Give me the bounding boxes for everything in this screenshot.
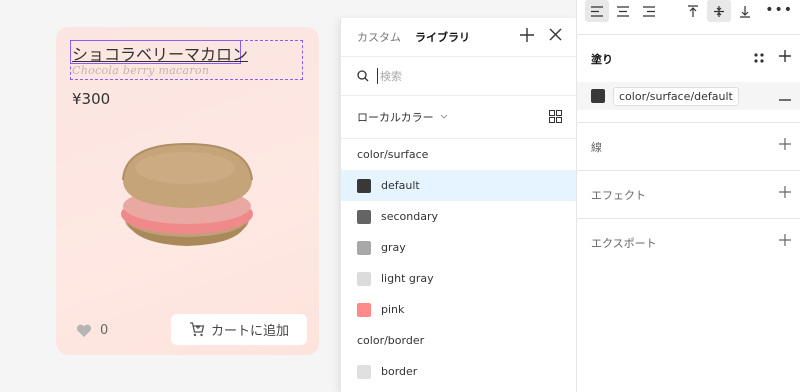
stroke-header: 線: [577, 123, 800, 170]
align-middle-button[interactable]: [707, 0, 731, 22]
color-swatch: [357, 178, 371, 193]
fill-label: 塗り: [591, 52, 613, 66]
color-group-label: color/border: [357, 334, 425, 347]
plus-icon: [779, 50, 791, 62]
export-label: エクスポート: [591, 236, 657, 250]
tab-library[interactable]: ライブラリ: [415, 29, 470, 45]
align-right-icon: [643, 5, 655, 17]
color-swatch: [357, 302, 371, 317]
add-fill-button[interactable]: [779, 49, 791, 66]
plus-icon: [779, 138, 791, 150]
add-to-cart-button[interactable]: カートに追加: [171, 314, 307, 345]
add-export-button[interactable]: [779, 233, 791, 250]
plus-icon: [779, 186, 791, 198]
stroke-section: 線: [577, 122, 800, 170]
product-price: ¥300: [72, 90, 111, 108]
color-swatch: [357, 364, 371, 379]
align-left-button[interactable]: [585, 0, 609, 22]
close-icon: [549, 28, 562, 41]
fill-header: 塗り: [577, 35, 800, 82]
more-options-icon[interactable]: •••: [765, 2, 793, 18]
plus-icon: [520, 28, 534, 42]
color-style-item[interactable]: default: [341, 170, 576, 201]
tab-custom[interactable]: カスタム: [357, 29, 401, 45]
add-stroke-button[interactable]: [779, 137, 791, 154]
remove-fill-button[interactable]: [779, 87, 791, 105]
color-style-name: default: [381, 179, 420, 192]
align-top-icon: [688, 4, 698, 17]
align-center-icon: [617, 5, 629, 17]
popover-header: カスタム ライブラリ: [341, 18, 576, 57]
align-bottom-button[interactable]: [733, 0, 757, 22]
color-style-item[interactable]: border: [341, 356, 576, 387]
color-library-popover: カスタム ライブラリ 検索 ローカルカラー color/surface defau…: [340, 18, 576, 392]
fill-style-name[interactable]: color/surface/default: [613, 86, 739, 106]
properties-panel: ••• 塗り color/surface/default 線 エフェクト エクス…: [576, 0, 800, 392]
style-grid-icon[interactable]: [753, 52, 765, 64]
macaron-image: [121, 142, 253, 246]
align-center-button[interactable]: [611, 0, 635, 22]
color-swatch: [357, 240, 371, 255]
fill-section: 塗り color/surface/default: [577, 34, 800, 110]
fill-style-row[interactable]: color/surface/default: [577, 82, 800, 110]
color-style-item[interactable]: pink: [341, 294, 576, 325]
design-canvas[interactable]: ショコラベリーマカロン Chocola berry macaron ¥300 0…: [0, 0, 340, 392]
color-style-item[interactable]: gray: [341, 232, 576, 263]
search-input[interactable]: 検索: [377, 68, 402, 84]
heart-icon[interactable]: [76, 324, 92, 338]
like-count: 0: [100, 323, 109, 338]
align-top-button[interactable]: [681, 0, 705, 22]
search-icon: [357, 70, 369, 82]
color-style-name: light gray: [381, 272, 434, 285]
product-subtitle: Chocola berry macaron: [72, 64, 210, 77]
color-style-name: border: [381, 365, 418, 378]
close-button[interactable]: [549, 27, 562, 45]
color-style-list: color/surface default secondary gray light g…: [341, 139, 576, 387]
align-right-button[interactable]: [637, 0, 661, 22]
effect-header: エフェクト: [577, 171, 800, 218]
export-header: エクスポート: [577, 219, 800, 266]
chevron-down-icon: [440, 114, 448, 119]
local-colors-dropdown[interactable]: ローカルカラー: [341, 96, 576, 139]
export-section: エクスポート: [577, 218, 800, 266]
align-middle-icon: [714, 5, 724, 17]
grid-view-icon[interactable]: [549, 110, 562, 123]
alignment-toolbar: •••: [577, 0, 800, 22]
color-style-name: secondary: [381, 210, 439, 223]
search-bar[interactable]: 検索: [341, 57, 576, 96]
effect-label: エフェクト: [591, 188, 646, 202]
color-style-item[interactable]: secondary: [341, 201, 576, 232]
align-left-icon: [591, 5, 603, 17]
cart-icon: [189, 322, 205, 337]
add-to-cart-label: カートに追加: [210, 324, 289, 339]
plus-icon: [779, 234, 791, 246]
add-style-button[interactable]: [520, 28, 534, 46]
add-effect-button[interactable]: [779, 185, 791, 202]
local-colors-label: ローカルカラー: [357, 111, 434, 124]
fill-swatch[interactable]: [591, 89, 605, 103]
color-style-name: pink: [381, 303, 405, 316]
minus-icon: [779, 99, 791, 101]
like-group[interactable]: 0: [76, 323, 108, 338]
align-bottom-icon: [740, 5, 750, 18]
color-style-item[interactable]: light gray: [341, 263, 576, 294]
color-style-name: gray: [381, 241, 406, 254]
effect-section: エフェクト: [577, 170, 800, 218]
product-title[interactable]: ショコラベリーマカロン: [72, 41, 248, 65]
stroke-label: 線: [591, 140, 602, 154]
color-swatch: [357, 271, 371, 286]
color-group-label: color/surface: [357, 148, 429, 161]
color-swatch: [357, 209, 371, 224]
